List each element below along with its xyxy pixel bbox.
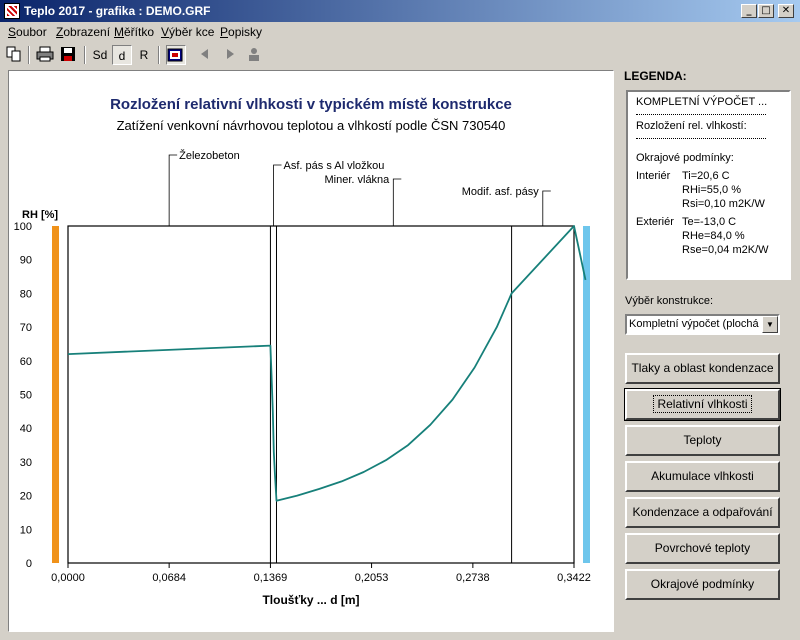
title-bar: Teplo 2017 - grafika : DEMO.GRF _ □ ✕ [0,0,800,22]
surface-temperatures-button[interactable]: Povrchové teploty [625,533,780,564]
d-button[interactable]: d [112,45,132,65]
temperatures-button[interactable]: Teploty [625,425,780,456]
x-tick-label: 0,1369 [254,572,288,584]
y-tick-label: 30 [20,457,32,469]
layer-label: Modif. asf. pásy [462,186,540,198]
minimize-button[interactable]: _ [741,4,757,18]
chart-panel: Rozložení relativní vlhkosti v typickém … [8,70,614,632]
legend-subtitle: Rozložení rel. vlhkostí: [636,120,747,132]
copy-icon[interactable] [4,45,24,65]
layer-label: Železobeton [179,149,240,162]
menu-soubor[interactable]: Soubor [8,25,47,39]
legend-divider [636,114,766,115]
save-icon[interactable] [58,45,78,65]
x-axis-label: Tloušťky ... d [m] [262,593,359,607]
legend-interior-label: Interiér [636,170,671,182]
layer-leader-line [392,178,402,226]
menu-bar: Soubor Zobrazení Měřítko Výběr kce Popis… [0,22,800,42]
menu-meritko[interactable]: Měřítko [114,25,154,39]
pressure-button[interactable]: Tlaky a oblast kondenzace [625,353,780,384]
legend-conditions: Okrajové podmínky: [636,152,734,164]
legend-exterior-rhe: RHe=84,0 % [682,230,745,242]
layer-leader-line [542,190,551,226]
layer-leader-line [273,164,282,226]
close-button[interactable]: ✕ [778,4,794,18]
window-title: Teplo 2017 - grafika : DEMO.GRF [24,4,211,18]
y-tick-label: 20 [20,491,32,503]
construction-select-value: Kompletní výpočet (plochá s [629,318,761,330]
x-tick-label: 0,2053 [355,572,389,584]
sd-button[interactable]: Sd [90,45,110,65]
x-tick-label: 0,2738 [456,572,490,584]
x-tick-label: 0,0684 [152,572,186,584]
legend-exterior-te: Te=-13,0 C [682,216,737,228]
layer-label: Miner. vlákna [324,174,390,186]
menu-popisky[interactable]: Popisky [220,25,262,39]
maximize-button[interactable]: □ [758,4,774,18]
r-button[interactable]: R [134,45,154,65]
legend-box: KOMPLETNÍ VÝPOČET ... Rozložení rel. vlh… [626,90,791,280]
construction-select[interactable]: Kompletní výpočet (plochá s ▼ [625,314,780,335]
chart-title: Rozložení relativní vlhkosti v typickém … [110,96,512,113]
y-axis-label: RH [%] [22,209,58,221]
y-tick-label: 40 [20,423,32,435]
export-icon[interactable] [166,45,186,65]
app-icon[interactable] [4,3,20,19]
y-tick-label: 0 [26,558,32,570]
user-icon[interactable] [244,45,264,65]
legend-interior-rhi: RHi=55,0 % [682,184,742,196]
legend-interior-ti: Ti=20,6 C [682,170,730,182]
y-tick-label: 80 [20,288,32,300]
forward-icon[interactable] [220,45,240,65]
construction-select-label: Výběr konstrukce: [625,295,714,307]
legend-divider [636,138,766,139]
x-tick-label: 0,0000 [51,572,85,584]
rh-series-line [67,225,587,502]
legend-exterior-label: Exteriér [636,216,674,228]
chart-subtitle: Zatížení venkovní návrhovou teplotou a v… [117,118,506,133]
interior-boundary-bar [52,226,59,563]
relative-humidity-button[interactable]: Relativní vlhkosti [624,388,781,421]
plot-frame [67,225,575,564]
y-tick-label: 60 [20,356,32,368]
layer-leader-line [168,154,178,226]
menu-zobrazeni[interactable]: Zobrazení [56,25,110,39]
moisture-accumulation-button[interactable]: Akumulace vlhkosti [625,461,780,492]
menu-vyber-kce[interactable]: Výběr kce [161,25,214,39]
layer-label: Asf. pás s Al vložkou [284,160,385,172]
chart-plot-layer: Železobeton Asf. pás s Al vložkou Miner. v… [14,149,591,584]
legend-interior-rsi: Rsi=0,10 m2K/W [682,198,765,210]
toolbar: Sd d R [0,42,800,68]
condensation-evaporation-button[interactable]: Kondenzace a odpařování [625,497,780,528]
legend-title: KOMPLETNÍ VÝPOČET ... [636,96,768,108]
y-tick-label: 70 [20,322,32,334]
chevron-down-icon[interactable]: ▼ [762,316,778,333]
y-tick-label: 90 [20,255,32,267]
y-tick-label: 10 [20,524,32,536]
legend-exterior-rse: Rse=0,04 m2K/W [682,244,769,256]
x-tick-label: 0,3422 [557,572,591,584]
print-icon[interactable] [35,45,55,65]
legend-heading: LEGENDA: [624,69,687,83]
boundary-conditions-button[interactable]: Okrajové podmínky [625,569,780,600]
rh-chart: Rozložení relativní vlhkosti v typickém … [14,96,591,607]
back-icon[interactable] [195,45,215,65]
y-tick-label: 100 [14,221,32,233]
y-tick-label: 50 [20,390,32,402]
